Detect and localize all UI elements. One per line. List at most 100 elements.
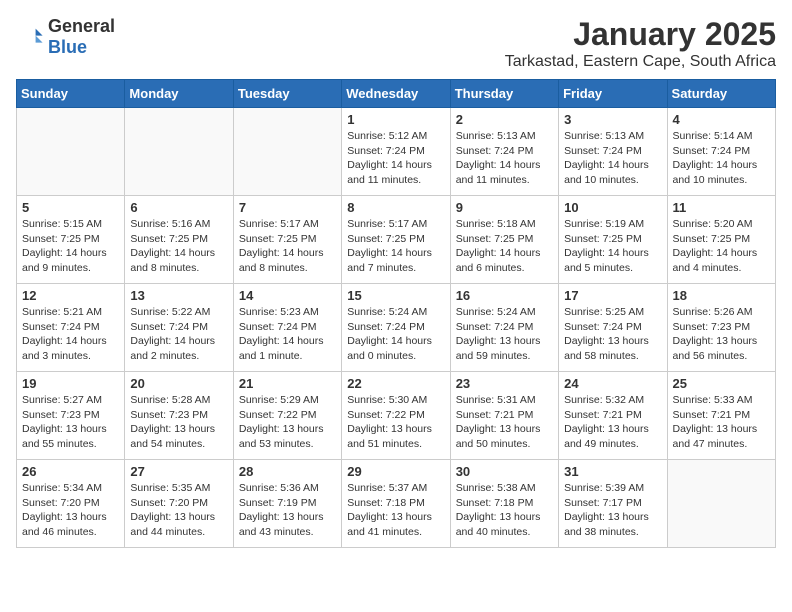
- calendar-cell: 19 Sunrise: 5:27 AM Sunset: 7:23 PM Dayli…: [17, 372, 125, 460]
- calendar-cell: 20Sunrise: 5:28 AM Sunset: 7:23 PM Dayli…: [125, 372, 233, 460]
- day-info: Sunrise: 5:38 AM Sunset: 7:18 PM Dayligh…: [456, 481, 553, 540]
- calendar-cell: 29Sunrise: 5:37 AM Sunset: 7:18 PM Dayli…: [342, 460, 450, 548]
- title-block: January 2025 Tarkastad, Eastern Cape, So…: [505, 16, 776, 71]
- location-title: Tarkastad, Eastern Cape, South Africa: [505, 53, 776, 71]
- logo-general: General: [48, 16, 115, 36]
- day-info: Sunrise: 5:28 AM Sunset: 7:23 PM Dayligh…: [130, 393, 227, 452]
- day-number: 28: [239, 464, 336, 479]
- day-info: Sunrise: 5:39 AM Sunset: 7:17 PM Dayligh…: [564, 481, 661, 540]
- day-info: Sunrise: 5:31 AM Sunset: 7:21 PM Dayligh…: [456, 393, 553, 452]
- day-number: 17: [564, 288, 661, 303]
- day-number: 13: [130, 288, 227, 303]
- day-number: 8: [347, 200, 444, 215]
- day-info: Sunrise: 5:13 AM Sunset: 7:24 PM Dayligh…: [564, 129, 661, 188]
- calendar-cell: 1 Sunrise: 5:12 AM Sunset: 7:24 PM Daylig…: [342, 108, 450, 196]
- day-info: Sunrise: 5:29 AM Sunset: 7:22 PM Dayligh…: [239, 393, 336, 452]
- calendar-cell: 12Sunrise: 5:21 AM Sunset: 7:24 PM Dayli…: [17, 284, 125, 372]
- calendar-cell: 23Sunrise: 5:31 AM Sunset: 7:21 PM Dayli…: [450, 372, 558, 460]
- day-number: 31: [564, 464, 661, 479]
- day-number: 14: [239, 288, 336, 303]
- day-number: 19: [22, 376, 119, 391]
- day-number: 11: [673, 200, 770, 215]
- day-info: Sunrise: 5:17 AM Sunset: 7:25 PM Dayligh…: [347, 217, 444, 276]
- day-info: Sunrise: 5:27 AM Sunset: 7:23 PM Dayligh…: [22, 393, 119, 452]
- day-info: Sunrise: 5:33 AM Sunset: 7:21 PM Dayligh…: [673, 393, 770, 452]
- calendar-cell: [17, 108, 125, 196]
- calendar-cell: 31 Sunrise: 5:39 AM Sunset: 7:17 PM Dayli…: [559, 460, 667, 548]
- calendar-cell: 4 Sunrise: 5:14 AM Sunset: 7:24 PM Daylig…: [667, 108, 775, 196]
- calendar-table: SundayMondayTuesdayWednesdayThursdayFrid…: [16, 79, 776, 548]
- day-number: 26: [22, 464, 119, 479]
- day-number: 2: [456, 112, 553, 127]
- day-number: 21: [239, 376, 336, 391]
- week-row: 1 Sunrise: 5:12 AM Sunset: 7:24 PM Daylig…: [17, 108, 776, 196]
- calendar-cell: 8 Sunrise: 5:17 AM Sunset: 7:25 PM Daylig…: [342, 196, 450, 284]
- day-number: 3: [564, 112, 661, 127]
- day-info: Sunrise: 5:30 AM Sunset: 7:22 PM Dayligh…: [347, 393, 444, 452]
- month-title: January 2025: [505, 16, 776, 53]
- logo-icon: [16, 23, 44, 51]
- day-info: Sunrise: 5:35 AM Sunset: 7:20 PM Dayligh…: [130, 481, 227, 540]
- day-number: 5: [22, 200, 119, 215]
- day-info: Sunrise: 5:14 AM Sunset: 7:24 PM Dayligh…: [673, 129, 770, 188]
- day-info: Sunrise: 5:13 AM Sunset: 7:24 PM Dayligh…: [456, 129, 553, 188]
- calendar-cell: 3 Sunrise: 5:13 AM Sunset: 7:24 PM Daylig…: [559, 108, 667, 196]
- day-info: Sunrise: 5:18 AM Sunset: 7:25 PM Dayligh…: [456, 217, 553, 276]
- weekday-header: Friday: [559, 80, 667, 108]
- day-info: Sunrise: 5:17 AM Sunset: 7:25 PM Dayligh…: [239, 217, 336, 276]
- calendar-cell: 9Sunrise: 5:18 AM Sunset: 7:25 PM Daylig…: [450, 196, 558, 284]
- calendar-cell: 28Sunrise: 5:36 AM Sunset: 7:19 PM Dayli…: [233, 460, 341, 548]
- day-number: 27: [130, 464, 227, 479]
- page-header: General Blue January 2025 Tarkastad, Eas…: [16, 16, 776, 71]
- logo-blue: Blue: [48, 37, 87, 57]
- day-number: 25: [673, 376, 770, 391]
- day-number: 15: [347, 288, 444, 303]
- day-info: Sunrise: 5:12 AM Sunset: 7:24 PM Dayligh…: [347, 129, 444, 188]
- day-info: Sunrise: 5:24 AM Sunset: 7:24 PM Dayligh…: [456, 305, 553, 364]
- day-number: 16: [456, 288, 553, 303]
- calendar-cell: 21 Sunrise: 5:29 AM Sunset: 7:22 PM Dayli…: [233, 372, 341, 460]
- calendar-cell: 18 Sunrise: 5:26 AM Sunset: 7:23 PM Dayli…: [667, 284, 775, 372]
- day-number: 22: [347, 376, 444, 391]
- calendar-cell: 27 Sunrise: 5:35 AM Sunset: 7:20 PM Dayli…: [125, 460, 233, 548]
- week-row: 12Sunrise: 5:21 AM Sunset: 7:24 PM Dayli…: [17, 284, 776, 372]
- day-info: Sunrise: 5:24 AM Sunset: 7:24 PM Dayligh…: [347, 305, 444, 364]
- day-info: Sunrise: 5:20 AM Sunset: 7:25 PM Dayligh…: [673, 217, 770, 276]
- calendar-cell: 11 Sunrise: 5:20 AM Sunset: 7:25 PM Dayli…: [667, 196, 775, 284]
- day-number: 30: [456, 464, 553, 479]
- day-info: Sunrise: 5:34 AM Sunset: 7:20 PM Dayligh…: [22, 481, 119, 540]
- day-info: Sunrise: 5:22 AM Sunset: 7:24 PM Dayligh…: [130, 305, 227, 364]
- day-number: 12: [22, 288, 119, 303]
- calendar-cell: 10Sunrise: 5:19 AM Sunset: 7:25 PM Dayli…: [559, 196, 667, 284]
- day-info: Sunrise: 5:37 AM Sunset: 7:18 PM Dayligh…: [347, 481, 444, 540]
- day-number: 1: [347, 112, 444, 127]
- weekday-header: Tuesday: [233, 80, 341, 108]
- day-number: 24: [564, 376, 661, 391]
- calendar-cell: [125, 108, 233, 196]
- day-info: Sunrise: 5:32 AM Sunset: 7:21 PM Dayligh…: [564, 393, 661, 452]
- calendar-cell: [667, 460, 775, 548]
- calendar-cell: 2 Sunrise: 5:13 AM Sunset: 7:24 PM Daylig…: [450, 108, 558, 196]
- weekday-header: Sunday: [17, 80, 125, 108]
- day-info: Sunrise: 5:23 AM Sunset: 7:24 PM Dayligh…: [239, 305, 336, 364]
- logo: General Blue: [16, 16, 115, 58]
- week-row: 19 Sunrise: 5:27 AM Sunset: 7:23 PM Dayli…: [17, 372, 776, 460]
- weekday-header: Thursday: [450, 80, 558, 108]
- weekday-header: Monday: [125, 80, 233, 108]
- day-number: 18: [673, 288, 770, 303]
- day-number: 7: [239, 200, 336, 215]
- calendar-cell: 13 Sunrise: 5:22 AM Sunset: 7:24 PM Dayli…: [125, 284, 233, 372]
- day-info: Sunrise: 5:16 AM Sunset: 7:25 PM Dayligh…: [130, 217, 227, 276]
- calendar-cell: 16 Sunrise: 5:24 AM Sunset: 7:24 PM Dayli…: [450, 284, 558, 372]
- day-number: 4: [673, 112, 770, 127]
- day-number: 6: [130, 200, 227, 215]
- calendar-cell: 26 Sunrise: 5:34 AM Sunset: 7:20 PM Dayli…: [17, 460, 125, 548]
- calendar-cell: 7 Sunrise: 5:17 AM Sunset: 7:25 PM Daylig…: [233, 196, 341, 284]
- day-info: Sunrise: 5:26 AM Sunset: 7:23 PM Dayligh…: [673, 305, 770, 364]
- week-row: 5Sunrise: 5:15 AM Sunset: 7:25 PM Daylig…: [17, 196, 776, 284]
- weekday-header: Wednesday: [342, 80, 450, 108]
- weekday-header: Saturday: [667, 80, 775, 108]
- calendar-cell: 22 Sunrise: 5:30 AM Sunset: 7:22 PM Dayli…: [342, 372, 450, 460]
- day-number: 10: [564, 200, 661, 215]
- day-info: Sunrise: 5:25 AM Sunset: 7:24 PM Dayligh…: [564, 305, 661, 364]
